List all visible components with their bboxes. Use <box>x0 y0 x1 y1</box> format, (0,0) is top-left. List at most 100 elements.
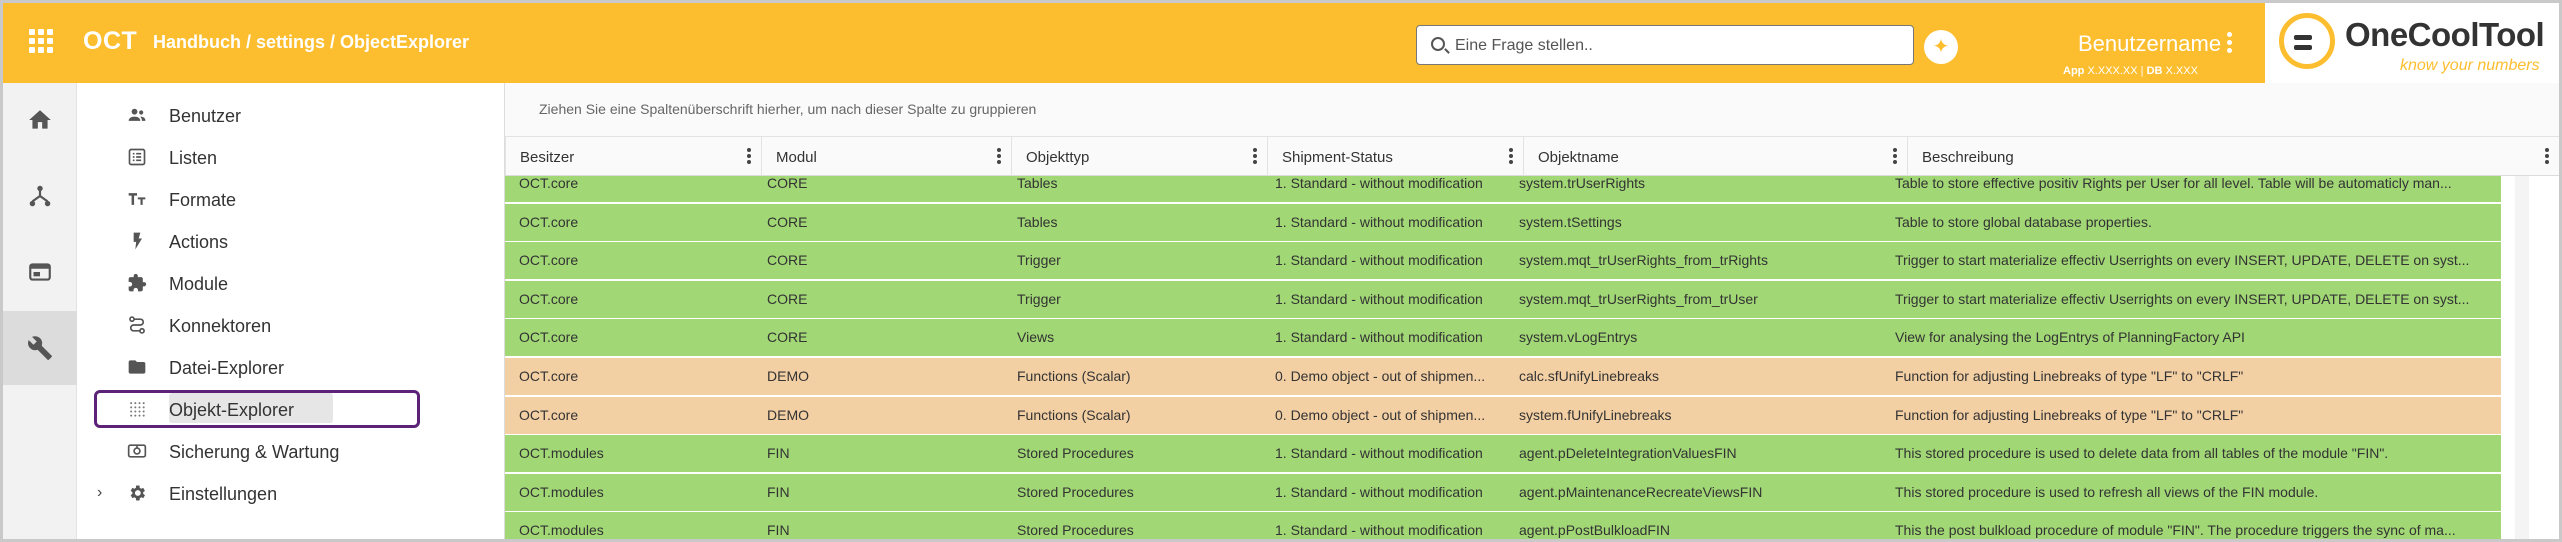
breadcrumb: Handbuch / settings / ObjectExplorer <box>153 32 470 52</box>
apps-grid-icon[interactable] <box>29 29 53 53</box>
column-title: Besitzer <box>520 149 575 166</box>
table-cell-objekttyp: Views <box>1017 329 1055 346</box>
column-header-objekttyp[interactable]: Objekttyp <box>1011 137 1267 176</box>
column-menu-icon[interactable] <box>2545 148 2549 164</box>
table-cell-shipment-status: 1. Standard - without modification <box>1275 252 1483 269</box>
table-cell-beschreibung: Trigger to start materialize effectiv Us… <box>1895 252 2470 269</box>
table-cell-modul: CORE <box>767 213 808 230</box>
column-menu-icon[interactable] <box>1509 148 1513 164</box>
table-cell-shipment-status: 0. Demo object - out of shipmen... <box>1275 406 1486 423</box>
column-menu-icon[interactable] <box>997 148 1001 164</box>
table-row[interactable]: OCT.modules FIN Stored Procedures 1. Standa… <box>505 435 2501 474</box>
table-row[interactable]: OCT.modules FIN Stored Procedures 1. Standa… <box>505 473 2501 512</box>
nav-item-listen[interactable]: Listen <box>77 139 505 175</box>
folder-icon <box>128 360 146 374</box>
app-name[interactable]: OCT <box>83 27 137 56</box>
table-row[interactable]: OCT.core DEMO Functions (Scalar) 0. Demo ob… <box>505 358 2501 396</box>
table-cell-modul: DEMO <box>767 368 809 384</box>
column-menu-icon[interactable] <box>1253 148 1257 164</box>
backup-icon <box>127 444 147 458</box>
table-cell-objekttyp: Stored Procedures <box>1017 483 1134 500</box>
column-header-objektname[interactable]: Objektname <box>1523 137 1907 176</box>
table-cell-beschreibung: Trigger to start materialize effectiv Us… <box>1895 290 2470 307</box>
table-cell-objekttyp: Trigger <box>1017 290 1061 307</box>
chevron-right-icon[interactable]: › <box>97 484 102 502</box>
table-cell-objektname: system.fUnifyLinebreaks <box>1519 406 1672 423</box>
table-cell-shipment-status: 1. Standard - without modification <box>1275 213 1483 230</box>
nav-item-label: Formate <box>169 190 237 210</box>
nav-item-label: Konnektoren <box>169 316 272 336</box>
vertical-scrollbar[interactable] <box>2515 176 2529 539</box>
table-cell-objekttyp: Tables <box>1017 213 1058 230</box>
table-cell-beschreibung: This stored procedure is used to refresh… <box>1895 483 2319 500</box>
nav-item-label: Einstellungen <box>169 484 278 504</box>
rail-hierarchy[interactable] <box>3 159 77 233</box>
nav-item-einstellungen[interactable]: › Einstellungen <box>77 475 505 511</box>
version-info: App X.XXX.XX | DB X.XXX <box>2063 65 2198 77</box>
nav-item-konnektoren[interactable]: Konnektoren <box>77 307 505 343</box>
table-cell-modul: CORE <box>767 252 808 269</box>
column-header-shipment-status[interactable]: Shipment-Status <box>1267 137 1523 176</box>
puzzle-icon <box>128 273 147 292</box>
app-version-label: App <box>2063 65 2085 77</box>
lightning-icon <box>133 232 142 250</box>
nav-item-objekt-explorer[interactable]: Objekt-Explorer <box>77 390 505 428</box>
gear-icon <box>130 485 145 501</box>
group-by-hint: Ziehen Sie eine Spaltenüberschrift hierh… <box>539 101 1037 117</box>
table-row[interactable]: OCT.modules FIN Stored Procedures 1. Standa… <box>505 512 2501 539</box>
table-row[interactable]: OCT.core CORE Views 1. Standard - without m… <box>505 319 2501 358</box>
wrench-icon <box>28 336 52 360</box>
hierarchy-icon <box>29 185 51 207</box>
table-cell-modul: FIN <box>767 483 790 500</box>
column-menu-icon[interactable] <box>747 148 751 164</box>
nav-item-sicherung-wartung[interactable]: Sicherung & Wartung <box>77 433 505 469</box>
table-cell-besitzer: OCT.modules <box>519 522 604 539</box>
table-row[interactable]: OCT.core CORE Trigger 1. Standard - without… <box>505 242 2501 281</box>
search-box[interactable] <box>1416 25 1914 65</box>
table-cell-objekttyp: Tables <box>1017 176 1058 191</box>
column-title: Beschreibung <box>1922 149 2014 166</box>
logo-text: OneCoolTool <box>2345 16 2545 53</box>
nav-item-actions[interactable]: Actions <box>77 223 505 259</box>
column-menu-icon[interactable] <box>1893 148 1897 164</box>
column-header-modul[interactable]: Modul <box>761 137 1011 176</box>
table-cell-objektname: system.vLogEntrys <box>1519 329 1638 346</box>
home-icon <box>29 110 51 129</box>
table-row[interactable]: OCT.core CORE Tables 1. Standard - without … <box>505 203 2501 242</box>
ai-assistant-button[interactable]: ✦ <box>1924 30 1958 64</box>
rail-window[interactable] <box>3 235 77 309</box>
rail-home[interactable] <box>3 83 77 157</box>
search-input[interactable] <box>1455 35 1895 57</box>
table-cell-objektname: agent.pPostBulkloadFIN <box>1519 522 1670 539</box>
nav-item-formate[interactable]: Formate <box>77 181 505 217</box>
nav-item-label: Sicherung & Wartung <box>169 442 340 462</box>
nav-item-module[interactable]: Module <box>77 265 505 301</box>
nav-item-datei-explorer[interactable]: Datei-Explorer <box>77 349 505 385</box>
table-cell-objektname: system.mqt_trUserRights_from_trUser <box>1519 290 1758 307</box>
users-icon <box>128 108 146 121</box>
grid-body: OCT.core CORE Tables 1. Standard - without … <box>505 176 2559 539</box>
username[interactable]: Benutzername <box>2078 31 2221 57</box>
table-row[interactable]: OCT.core CORE Trigger 1. Standard - without… <box>505 280 2501 319</box>
table-cell-shipment-status: 0. Demo object - out of shipmen... <box>1275 368 1486 384</box>
rail-tools[interactable] <box>3 311 77 385</box>
table-cell-modul: CORE <box>767 290 808 307</box>
table-cell-beschreibung: This stored procedure is used to delete … <box>1895 445 2389 462</box>
table-row[interactable]: OCT.core CORE Tables 1. Standard - without … <box>505 176 2501 203</box>
table-row[interactable]: OCT.core DEMO Functions (Scalar) 0. Demo ob… <box>505 396 2501 435</box>
table-cell-modul: CORE <box>767 176 808 191</box>
column-header-beschreibung[interactable]: Beschreibung <box>1907 137 2559 176</box>
connector-icon <box>129 316 145 334</box>
more-vert-icon[interactable] <box>2227 32 2233 54</box>
table-cell-shipment-status: 1. Standard - without modification <box>1275 445 1483 462</box>
object-grid: Ziehen Sie eine Spaltenüberschrift hierh… <box>505 83 2559 539</box>
table-cell-objektname: agent.pMaintenanceRecreateViewsFIN <box>1519 483 1763 500</box>
logo-mark-icon <box>2279 13 2335 69</box>
table-cell-beschreibung: Function for adjusting Linebreaks of typ… <box>1895 406 2244 423</box>
nav-item-benutzer[interactable]: Benutzer <box>77 97 505 133</box>
nav-item-label: Module <box>169 274 229 294</box>
column-title: Modul <box>776 149 817 166</box>
group-by-panel[interactable]: Ziehen Sie eine Spaltenüberschrift hierh… <box>505 83 2559 137</box>
column-header-besitzer[interactable]: Besitzer <box>505 137 761 176</box>
table-cell-beschreibung: Function for adjusting Linebreaks of typ… <box>1895 368 2244 384</box>
